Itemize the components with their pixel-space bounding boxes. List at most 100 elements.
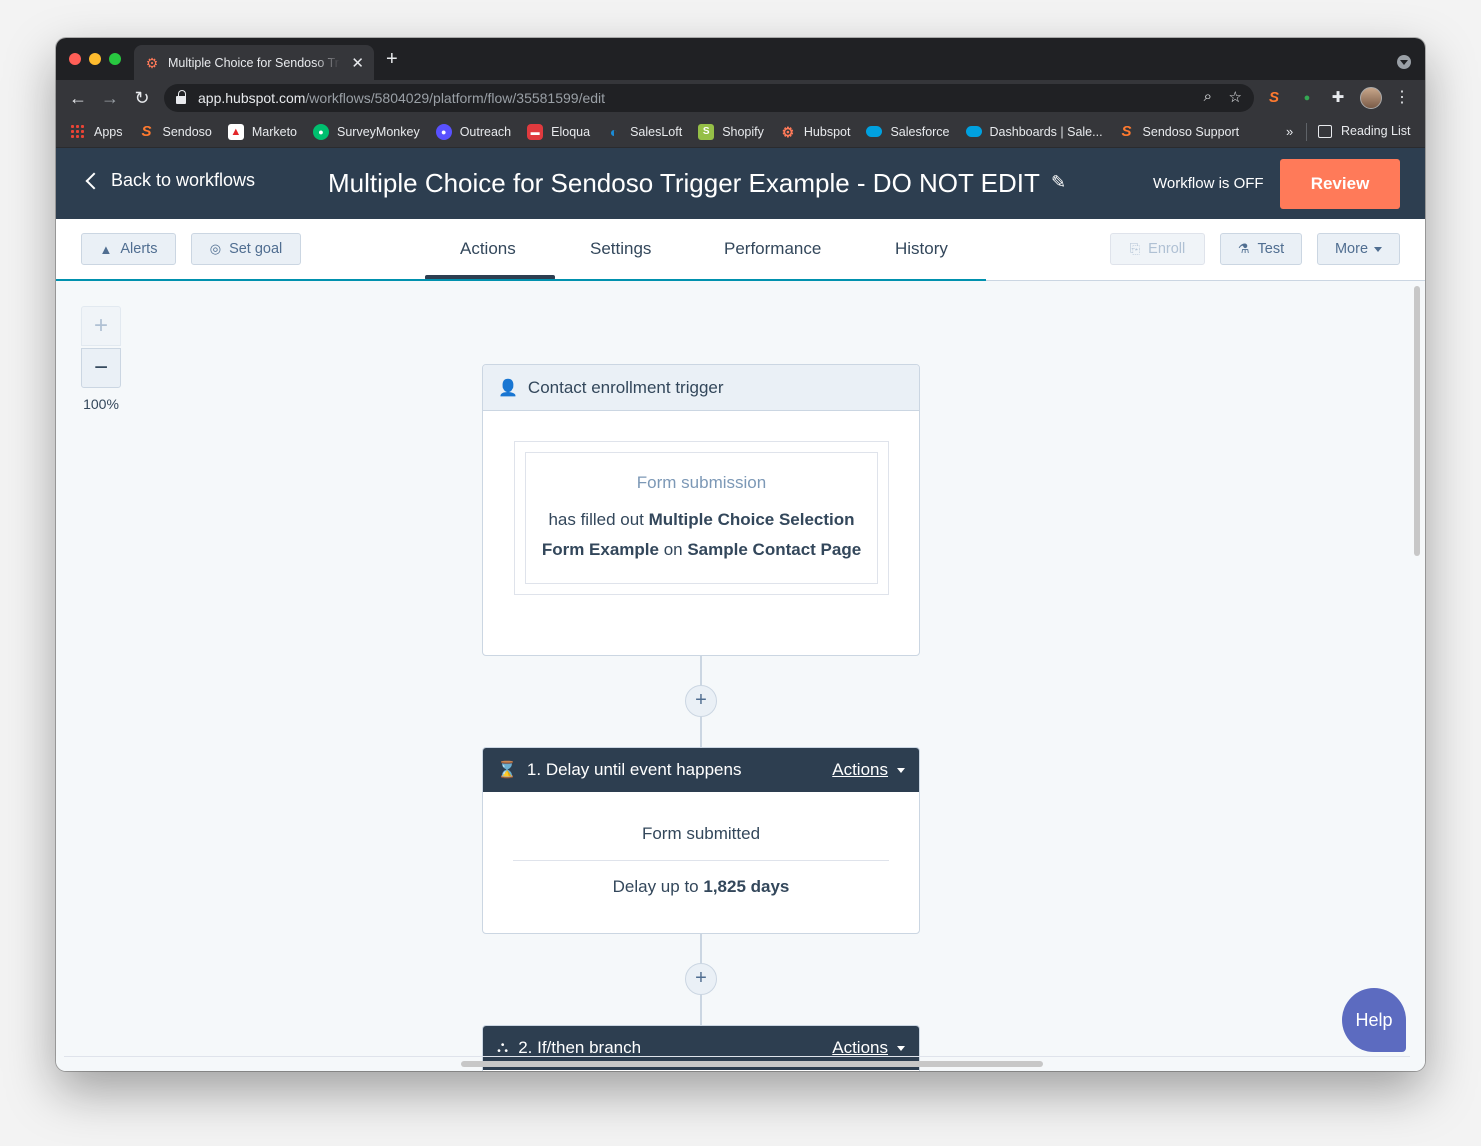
zoom-in-button[interactable]: + <box>81 306 121 346</box>
reload-icon[interactable]: ↻ <box>130 86 154 110</box>
browser-menu-icon[interactable]: ⋮ <box>1394 87 1410 109</box>
canvas-divider <box>64 1056 1410 1057</box>
bookmark-marketo[interactable]: ▲ Marketo <box>227 123 297 140</box>
delay-step-card[interactable]: ⌛ 1. Delay until event happens Actions F… <box>482 747 920 934</box>
add-action-button[interactable]: + <box>685 685 717 717</box>
vertical-scrollbar[interactable] <box>1414 286 1420 556</box>
back-to-workflows-link[interactable]: Back to workflows <box>84 170 255 191</box>
enroll-button[interactable]: ⎘ Enroll <box>1110 233 1205 265</box>
back-arrow-icon[interactable]: ← <box>66 86 90 110</box>
bookmark-dashboards[interactable]: Dashboards | Sale... <box>965 124 1103 139</box>
bookmark-label: Sendoso Support <box>1142 124 1240 139</box>
profile-avatar[interactable] <box>1360 87 1382 109</box>
chevron-left-icon <box>85 172 103 189</box>
salesforce-icon <box>965 126 982 137</box>
tab-actions[interactable]: Actions <box>460 239 516 259</box>
minimize-window-button[interactable] <box>89 53 101 65</box>
green-extension-icon[interactable]: ● <box>1297 88 1317 108</box>
step2-title: 2. If/then branch <box>518 1038 642 1057</box>
zoom-out-button[interactable]: − <box>81 348 121 388</box>
trigger-card-header: 👤 Contact enrollment trigger <box>483 365 919 411</box>
maximize-window-button[interactable] <box>109 53 121 65</box>
bookmarks-overflow-icon[interactable]: » <box>1286 124 1293 139</box>
bookmarks-divider <box>1306 123 1307 141</box>
bookmark-salesforce[interactable]: Salesforce <box>866 124 950 139</box>
bookmark-label: SurveyMonkey <box>337 124 420 139</box>
forward-arrow-icon[interactable]: → <box>98 86 122 110</box>
bookmark-salesloft[interactable]: ◐ SalesLoft <box>606 124 682 140</box>
bookmark-star-icon[interactable]: ☆ <box>1229 88 1242 106</box>
shopify-icon: S <box>698 123 715 140</box>
browser-window: ⚙ Multiple Choice for Sendoso Trigger Ex… <box>56 38 1425 1071</box>
url-host: app.hubspot.com <box>198 90 306 106</box>
close-tab-icon[interactable]: ✕ <box>351 54 364 72</box>
sendoso-extension-icon[interactable]: S <box>1264 88 1284 108</box>
zoom-controls: + − 100% <box>81 306 121 412</box>
workflow-status: Workflow is OFF <box>1153 175 1264 192</box>
close-window-button[interactable] <box>69 53 81 65</box>
bookmark-shopify[interactable]: S Shopify <box>698 123 764 140</box>
tab-title: Multiple Choice for Sendoso Trigger Exam… <box>168 55 340 70</box>
more-dropdown[interactable]: More <box>1317 233 1400 265</box>
step1-actions-dropdown[interactable]: Actions <box>832 760 905 780</box>
reading-list-button[interactable]: Reading List <box>1318 124 1411 138</box>
tab-history[interactable]: History <box>895 239 948 259</box>
url-path: /workflows/5804029/platform/flow/3558159… <box>305 90 606 106</box>
bookmark-label: Eloqua <box>551 124 591 139</box>
enroll-icon: ⎘ <box>1129 241 1141 256</box>
help-button[interactable]: Help <box>1342 988 1406 1052</box>
hourglass-icon: ⌛ <box>497 762 517 779</box>
hubspot-icon: ⚙ <box>781 123 795 140</box>
bookmark-label: Apps <box>94 124 123 139</box>
bookmark-label: Hubspot <box>803 124 851 139</box>
test-button[interactable]: ⚗ Test <box>1220 233 1302 265</box>
workflow-title: Multiple Choice for Sendoso Trigger Exam… <box>328 168 1040 198</box>
set-goal-label: Set goal <box>229 241 283 257</box>
delay-step-body: Form submitted Delay up to 1,825 days <box>483 792 919 929</box>
apps-grid-icon <box>70 123 86 140</box>
filter-text-mid: on <box>658 540 688 559</box>
workflow-header: Back to workflows Multiple Choice for Se… <box>56 148 1425 219</box>
zoom-magnifier-icon[interactable]: ⌕ <box>1204 88 1212 105</box>
bookmark-sendoso-support[interactable]: S Sendoso Support <box>1119 123 1240 140</box>
caret-down-icon <box>897 1045 905 1051</box>
branch-tree-icon: ⛬ <box>497 1039 509 1056</box>
filter-page-name: Sample Contact Page <box>687 540 862 559</box>
extensions-puzzle-icon[interactable]: ✚ <box>1328 88 1348 108</box>
pencil-icon[interactable]: ✎ <box>1051 172 1066 193</box>
bookmark-surveymonkey[interactable]: ● SurveyMonkey <box>313 123 420 140</box>
review-button[interactable]: Review <box>1280 159 1400 209</box>
back-label: Back to workflows <box>111 170 256 190</box>
bookmark-label: Dashboards | Sale... <box>989 124 1103 139</box>
contact-person-icon: 👤 <box>498 379 518 397</box>
caret-down-icon <box>897 767 905 773</box>
trigger-filter[interactable]: Form submission has filled out Multiple … <box>525 452 878 584</box>
add-action-button[interactable]: + <box>685 963 717 995</box>
test-label: Test <box>1257 241 1285 257</box>
bookmark-sendoso[interactable]: S Sendoso <box>139 123 211 140</box>
enrollment-trigger-card[interactable]: 👤 Contact enrollment trigger Form submis… <box>482 364 920 656</box>
tab-performance[interactable]: Performance <box>724 239 821 259</box>
enroll-label: Enroll <box>1148 241 1186 257</box>
bookmark-apps[interactable]: Apps <box>70 123 123 140</box>
bookmark-label: Salesforce <box>890 124 950 139</box>
horizontal-scrollbar[interactable] <box>461 1061 1043 1067</box>
tab-settings[interactable]: Settings <box>590 239 651 259</box>
tab-search-icon[interactable] <box>1397 55 1411 69</box>
alerts-button[interactable]: ▲ Alerts <box>81 233 176 265</box>
address-bar[interactable]: app.hubspot.com/workflows/5804029/platfo… <box>164 84 1254 112</box>
alerts-label: Alerts <box>120 241 158 257</box>
target-icon: ◎ <box>209 241 222 256</box>
bookmark-outreach[interactable]: ● Outreach <box>435 123 511 140</box>
set-goal-button[interactable]: ◎ Set goal <box>191 233 301 265</box>
new-tab-icon[interactable]: + <box>386 49 398 69</box>
surveymonkey-icon: ● <box>313 123 330 140</box>
delay-value: 1,825 days <box>703 877 790 896</box>
filter-description: has filled out Multiple Choice Selection… <box>536 505 867 565</box>
bookmark-eloqua[interactable]: ▬ Eloqua <box>527 123 591 140</box>
outreach-icon: ● <box>435 123 452 140</box>
workflow-canvas[interactable]: + − 100% 👤 Contact enrollment trigger Fo… <box>56 281 1425 1071</box>
browser-tab[interactable]: ⚙ Multiple Choice for Sendoso Trigger Ex… <box>134 45 374 80</box>
step2-actions-dropdown[interactable]: Actions <box>832 1038 905 1058</box>
bookmark-hubspot[interactable]: ⚙ Hubspot <box>780 124 851 140</box>
